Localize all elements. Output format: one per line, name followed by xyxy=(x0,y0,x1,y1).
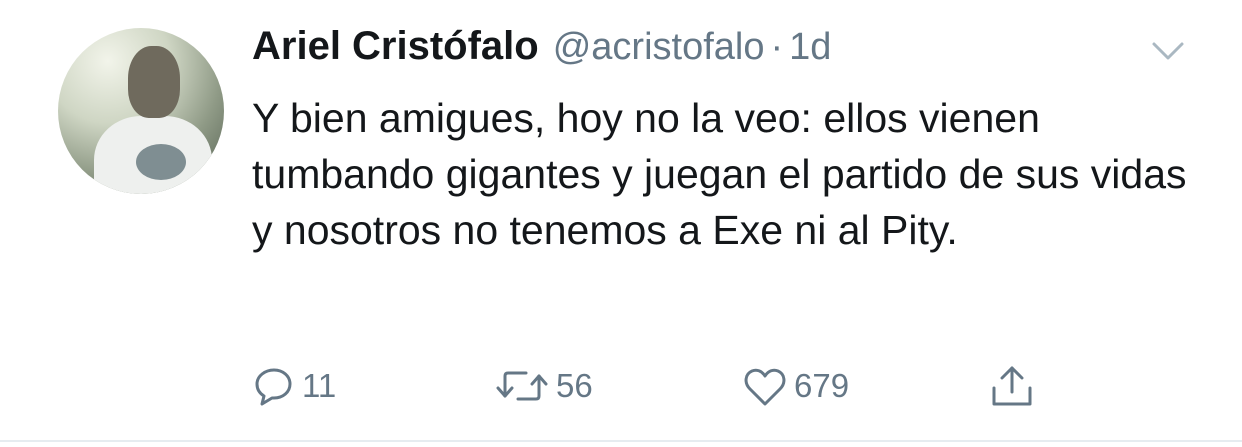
action-bar: 11 56 679 xyxy=(252,360,1052,412)
bottom-divider xyxy=(0,440,1242,442)
author-handle[interactable]: @acristofalo xyxy=(553,26,765,69)
retweet-icon xyxy=(494,364,550,408)
author-name[interactable]: Ariel Cristófalo xyxy=(252,24,539,69)
reply-count: 11 xyxy=(302,367,337,404)
heart-icon xyxy=(742,364,788,408)
like-button[interactable]: 679 xyxy=(742,360,849,412)
retweet-count: 56 xyxy=(556,367,593,404)
tweet[interactable]: Ariel Cristófalo @acristofalo · 1d Y bie… xyxy=(0,0,1242,447)
share-button[interactable] xyxy=(988,360,1036,412)
reply-icon xyxy=(252,364,296,408)
separator-dot: · xyxy=(770,26,784,68)
share-icon xyxy=(988,362,1036,410)
chevron-down-icon[interactable] xyxy=(1148,36,1188,64)
avatar-head xyxy=(128,46,180,118)
tweet-header: Ariel Cristófalo @acristofalo · 1d xyxy=(252,24,831,78)
retweet-button[interactable]: 56 xyxy=(494,360,593,412)
timestamp[interactable]: 1d xyxy=(789,26,831,69)
avatar-shirt-print xyxy=(136,144,186,180)
avatar[interactable] xyxy=(58,28,224,194)
reply-button[interactable]: 11 xyxy=(252,360,336,412)
like-count: 679 xyxy=(794,367,850,404)
tweet-text: Y bien amigues, hoy no la veo: ellos vie… xyxy=(252,95,1187,253)
